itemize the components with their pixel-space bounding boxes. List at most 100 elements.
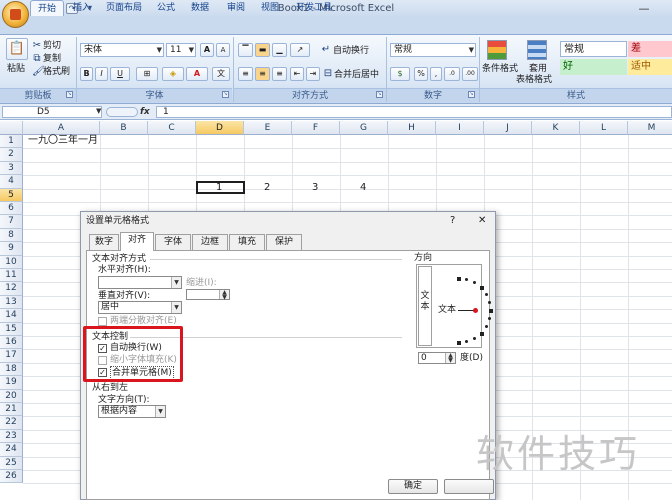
cell-g5[interactable]: 4 [360, 182, 366, 194]
formula-bar-splitter[interactable] [106, 107, 138, 117]
shrink-font-button[interactable]: A [216, 43, 230, 57]
name-box[interactable]: D5 [2, 106, 102, 118]
row-header-19[interactable]: 19 [0, 376, 23, 390]
tab-page-layout[interactable]: 页面布局 [102, 0, 146, 16]
tab-insert[interactable]: 插入 [68, 0, 96, 16]
row-header-4[interactable]: 4 [0, 175, 23, 189]
tab-formulas[interactable]: 公式 [152, 0, 180, 16]
number-format-combo[interactable]: 常规 ▼ [390, 43, 476, 57]
comma-button[interactable]: , [430, 67, 442, 81]
row-header-22[interactable]: 22 [0, 416, 23, 430]
dialog-tab-alignment[interactable]: 对齐 [120, 232, 154, 251]
currency-icon[interactable]: $ [390, 67, 410, 81]
align-bottom-icon[interactable]: ▁ [272, 43, 287, 57]
row-header-9[interactable]: 9 [0, 242, 23, 256]
format-as-table-icon[interactable] [527, 40, 547, 60]
row-header-26[interactable]: 26 [0, 470, 23, 484]
italic-button[interactable]: I [95, 67, 108, 81]
row-header-7[interactable]: 7 [0, 215, 23, 229]
dialog-tab-border[interactable]: 边框 [192, 234, 228, 250]
increase-indent-icon[interactable]: ⇥ [306, 67, 320, 81]
row-header-12[interactable]: 12 [0, 282, 23, 296]
wrap-text-button[interactable]: 自动换行 [333, 45, 369, 57]
row-header-11[interactable]: 11 [0, 269, 23, 283]
merge-center-button[interactable]: 合并后居中 [334, 69, 379, 81]
paste-button[interactable]: 粘贴 [7, 63, 25, 75]
dialog-tab-number[interactable]: 数字 [89, 234, 119, 250]
row-header-23[interactable]: 23 [0, 429, 23, 444]
row-header-10[interactable]: 10 [0, 255, 23, 269]
column-header-h[interactable]: H [388, 121, 436, 135]
cut-button[interactable]: 剪切 [43, 40, 61, 52]
row-header-17[interactable]: 17 [0, 349, 23, 363]
row-header-16[interactable]: 16 [0, 336, 23, 350]
style-bad[interactable]: 差 [628, 41, 672, 57]
row-header-25[interactable]: 25 [0, 456, 23, 470]
style-normal[interactable]: 常规 [560, 41, 627, 57]
decrease-indent-icon[interactable]: ⇤ [290, 67, 304, 81]
conditional-format-icon[interactable] [487, 40, 507, 60]
underline-button[interactable]: U [110, 67, 130, 81]
vertical-text-button[interactable]: 文本 [418, 266, 432, 346]
minimize-button[interactable]: — [624, 2, 664, 16]
column-header-e[interactable]: E [244, 121, 292, 135]
column-header-j[interactable]: J [484, 121, 532, 135]
row-header-18[interactable]: 18 [0, 362, 23, 377]
column-header-d[interactable]: D [196, 121, 244, 135]
borders-icon[interactable]: ⊞ [136, 67, 158, 81]
column-header-g[interactable]: G [340, 121, 388, 135]
format-painter-button[interactable]: 格式刷 [43, 66, 70, 78]
cell-f5[interactable]: 3 [312, 182, 318, 194]
tab-view[interactable]: 视图 [256, 0, 284, 16]
help-icon[interactable]: ? [450, 215, 455, 227]
column-header-i[interactable]: I [436, 121, 484, 135]
fill-color-icon[interactable]: ◈ [162, 67, 184, 81]
row-header-1[interactable]: 1 [0, 135, 23, 149]
column-header-a[interactable]: A [23, 121, 100, 135]
percent-button[interactable]: % [414, 67, 428, 81]
cancel-button[interactable] [444, 479, 494, 494]
tab-developer[interactable]: 开发工具 [292, 0, 336, 16]
align-left-icon[interactable]: ≡ [238, 67, 253, 81]
tab-review[interactable]: 审阅 [222, 0, 250, 16]
phonetic-icon[interactable]: 文 [212, 67, 230, 81]
text-direction-select[interactable]: 根据内容 ▼ [98, 405, 166, 418]
formula-input[interactable]: 1 [156, 106, 672, 118]
column-header-c[interactable]: C [148, 121, 196, 135]
row-header-15[interactable]: 15 [0, 322, 23, 336]
row-header-2[interactable]: 2 [0, 148, 23, 162]
number-launcher-icon[interactable]: ↘ [468, 91, 475, 98]
column-header-k[interactable]: K [532, 121, 580, 135]
tab-data[interactable]: 数据 [186, 0, 214, 16]
style-good[interactable]: 好 [560, 59, 627, 75]
column-header-b[interactable]: B [100, 121, 148, 135]
insert-function-button[interactable]: fx [140, 106, 154, 118]
cell-e5[interactable]: 2 [264, 182, 270, 194]
row-header-20[interactable]: 20 [0, 389, 23, 403]
bold-button[interactable]: B [80, 67, 93, 81]
decrease-decimal-icon[interactable]: .00 [462, 67, 478, 81]
column-header-m[interactable]: M [628, 121, 672, 135]
degree-spinner[interactable]: 0 ▲ ▼ [418, 352, 456, 364]
row-header-6[interactable]: 6 [0, 202, 23, 216]
font-launcher-icon[interactable]: ↘ [222, 91, 229, 98]
dialog-tab-font[interactable]: 字体 [155, 234, 191, 250]
orientation-icon[interactable]: ↗ [290, 43, 310, 57]
distributed-checkbox[interactable] [98, 317, 107, 326]
clipboard-launcher-icon[interactable]: ↘ [66, 91, 73, 98]
font-color-button[interactable]: A [186, 67, 208, 81]
dialog-tab-fill[interactable]: 填充 [229, 234, 265, 250]
align-right-icon[interactable]: ≡ [272, 67, 287, 81]
grow-font-button[interactable]: A [200, 43, 214, 57]
align-middle-icon[interactable]: ▬ [255, 43, 270, 57]
indent-spinner[interactable]: ▲ ▼ [186, 289, 230, 301]
align-top-icon[interactable]: ▔ [238, 43, 253, 57]
column-header-f[interactable]: F [292, 121, 340, 135]
ok-button[interactable]: 确定 [388, 479, 438, 494]
alignment-launcher-icon[interactable]: ↘ [376, 91, 383, 98]
orientation-handle[interactable] [473, 308, 478, 313]
close-icon[interactable]: ✕ [478, 215, 486, 227]
chevron-down-icon[interactable]: ▼ [96, 107, 101, 115]
copy-button[interactable]: 复制 [43, 53, 61, 65]
column-header-l[interactable]: L [580, 121, 628, 135]
